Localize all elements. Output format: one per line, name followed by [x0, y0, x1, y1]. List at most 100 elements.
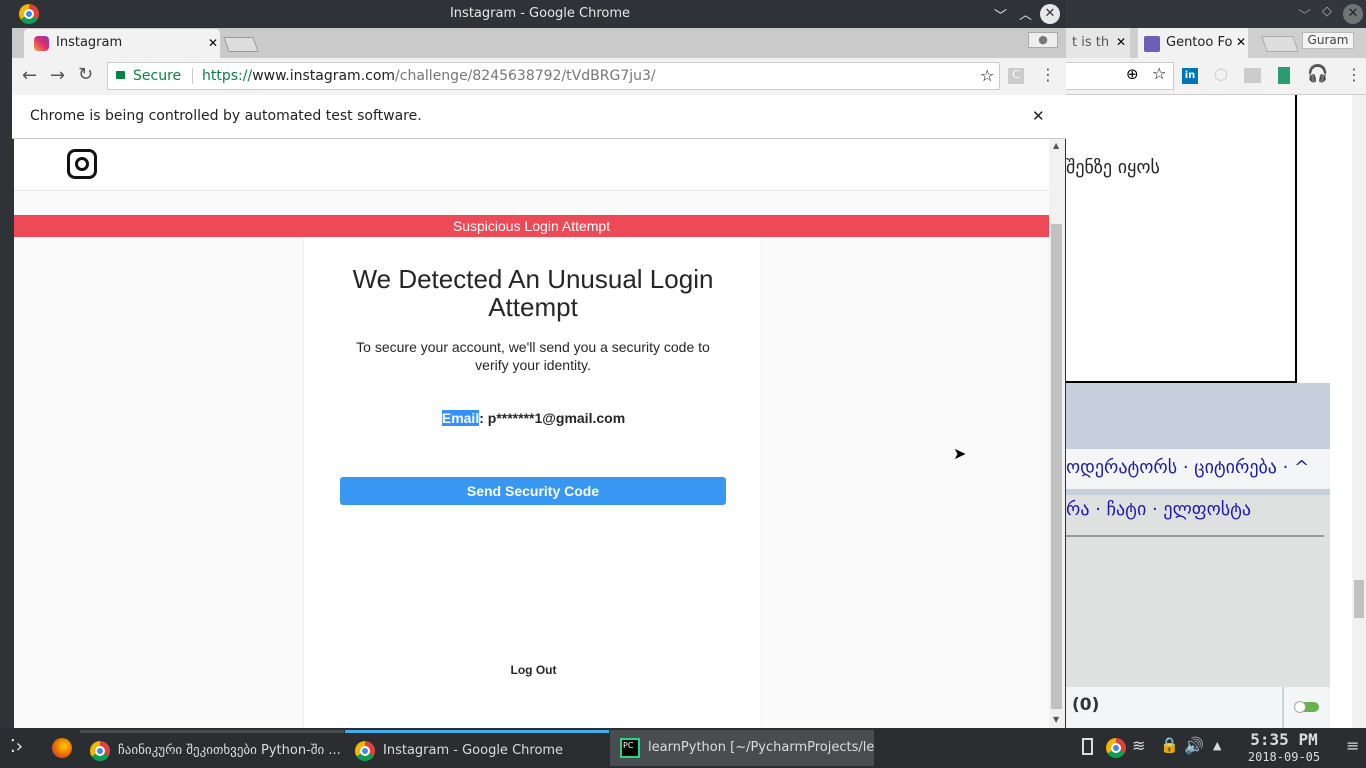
contact-value: : p*******1@gmail.com	[479, 410, 626, 426]
tray-expand-icon[interactable]: ▲	[1213, 739, 1221, 752]
tab-close-icon[interactable]: ✕	[1116, 35, 1126, 49]
task-label: Instagram - Google Chrome	[383, 743, 564, 758]
close-icon[interactable]: ✕	[1343, 4, 1363, 24]
tab-close-icon[interactable]: ✕	[208, 36, 218, 50]
bookmark-star-icon[interactable]: ☆	[980, 63, 994, 89]
taskbar: ⁚› ჩაინიკური შეკითხვები Python-ში ... In…	[0, 728, 1366, 768]
challenge-description: To secure your account, we'll send you a…	[356, 339, 710, 373]
mouse-cursor-icon: ➤	[953, 444, 967, 463]
scrollbar-thumb[interactable]	[1354, 580, 1364, 618]
page-header	[14, 139, 1049, 191]
clock-date[interactable]: 2018-09-05	[1234, 750, 1334, 764]
tab-strip: Instagram ✕ ●	[12, 28, 1066, 58]
contact-option[interactable]: Email: p*******1@gmail.com	[304, 410, 763, 426]
content-box	[1066, 95, 1297, 383]
tab-label: t is th	[1072, 35, 1110, 50]
scrollbar-thumb[interactable]	[1051, 224, 1062, 709]
task-instagram-chrome[interactable]: Instagram - Google Chrome	[345, 730, 609, 766]
secure-label: Secure	[133, 68, 182, 84]
bg-title-bar: ﹀ ◇ ✕	[1066, 0, 1366, 28]
infobar-close-icon[interactable]: ✕	[1032, 107, 1045, 125]
volume-icon[interactable]: 🔊	[1184, 736, 1204, 755]
bg-scrollbar[interactable]	[1352, 95, 1366, 728]
chat-links[interactable]: რა · ჩატი · ელფოსტა	[1066, 499, 1251, 520]
title-bar: Instagram - Google Chrome ﹀ ︿ ✕	[0, 0, 1066, 28]
page-scrollbar[interactable]: ▲ ▼	[1049, 139, 1065, 728]
toggle-box	[1284, 687, 1330, 728]
lock-icon[interactable]: 🔒	[1160, 736, 1179, 754]
instagram-logo-icon[interactable]	[67, 149, 97, 179]
clock-time[interactable]: 5:35 PM	[1238, 730, 1330, 749]
panel-menu-icon[interactable]: ≡	[1346, 736, 1359, 755]
bg-text: შენზე იყოს	[1066, 157, 1160, 178]
warning-banner: Suspicious Login Attempt	[14, 215, 1049, 237]
profile-icon[interactable]: ●	[1028, 32, 1058, 48]
tab-close-icon[interactable]: ✕	[1236, 35, 1246, 49]
headphones-icon[interactable]: 🎧	[1307, 64, 1328, 84]
task-label: ჩაინიკური შეკითხვები Python-ში ...	[118, 743, 341, 758]
extension-icon[interactable]: ⬡	[1214, 65, 1228, 84]
page-content: Suspicious Login Attempt We Detected An …	[14, 139, 1049, 728]
star-icon[interactable]: ☆	[1152, 64, 1166, 83]
window-title: Instagram - Google Chrome	[449, 6, 631, 21]
send-security-code-button[interactable]: Send Security Code	[340, 477, 726, 505]
contact-label: Email	[441, 410, 480, 426]
minimize-icon[interactable]: ﹀	[994, 5, 1007, 24]
links-bar: ოდერატორს · ციტირება · ^	[1066, 449, 1330, 489]
back-icon[interactable]: ←	[22, 65, 37, 86]
task-chrome-georgian[interactable]: ჩაინიკური შეკითხვები Python-ში ...	[80, 730, 344, 766]
log-out-link[interactable]: Log Out	[304, 663, 763, 677]
forward-icon[interactable]: →	[50, 65, 65, 86]
chrome-window: Instagram - Google Chrome ﹀ ︿ ✕ Instagra…	[0, 0, 1066, 728]
bg-toolbar: ⊕ ☆ in ⬡ 🎧 ⋮	[1066, 58, 1366, 95]
infobar-text: Chrome is being controlled by automated …	[30, 108, 422, 124]
scroll-up-icon[interactable]: ▲	[1053, 141, 1059, 150]
challenge-heading: We Detected An Unusual Login Attempt	[352, 264, 714, 322]
links-text[interactable]: ოდერატორს · ციტირება · ^	[1066, 457, 1309, 478]
bg-tab-strip: t is th Gentoo Fo ✕ ✕ Guram	[1066, 28, 1366, 58]
maximize-icon[interactable]: ◇	[1322, 4, 1332, 19]
linkedin-icon[interactable]: in	[1182, 68, 1198, 84]
url-text[interactable]: https://www.instagram.com/challenge/8245…	[202, 63, 656, 89]
chrome-tray-icon[interactable]	[1106, 738, 1126, 758]
lock-icon	[116, 71, 125, 79]
maximize-icon[interactable]: ︿	[1019, 4, 1032, 23]
exif-icon[interactable]	[1244, 68, 1261, 83]
bg-tab[interactable]: Gentoo Fo	[1138, 28, 1248, 58]
new-tab-button[interactable]	[1261, 36, 1299, 52]
challenge-card: We Detected An Unusual Login Attempt To …	[303, 237, 762, 728]
wifi-icon[interactable]: ≋	[1132, 736, 1145, 755]
reload-icon[interactable]: ↻	[78, 64, 93, 85]
toggle-knob	[1294, 701, 1306, 713]
minimize-icon[interactable]: ﹀	[1298, 5, 1311, 24]
chat-panel: რა · ჩატი · ელფოსტა	[1066, 495, 1330, 687]
gentoo-icon	[1144, 36, 1160, 52]
new-tab-button[interactable]	[223, 37, 259, 52]
pycharm-icon: PC	[620, 738, 640, 758]
tab-label: Instagram	[56, 35, 123, 50]
chrome-icon	[355, 741, 375, 761]
close-icon[interactable]: ✕	[1040, 4, 1060, 24]
app-launcher-icon[interactable]: ⁚›	[10, 736, 23, 757]
chrome-icon	[90, 741, 110, 761]
profile-button[interactable]: Guram	[1302, 32, 1354, 49]
firefox-icon[interactable]	[52, 738, 72, 758]
url-path: /challenge/8245638792/tVdBRG7ju3/	[395, 68, 656, 84]
scroll-down-icon[interactable]: ▼	[1053, 715, 1059, 724]
separator	[192, 68, 193, 84]
divider	[1066, 535, 1324, 537]
task-label: learnPython [~/PycharmProjects/le...	[648, 740, 874, 755]
menu-icon[interactable]: ⋮	[1040, 65, 1056, 84]
zoom-icon[interactable]: ⊕	[1126, 65, 1139, 83]
tab-label: Gentoo Fo	[1166, 35, 1233, 50]
background-chrome-window[interactable]: ﹀ ◇ ✕ t is th Gentoo Fo ✕ ✕ Guram ⊕ ☆ in…	[1066, 0, 1366, 728]
tab-instagram[interactable]: Instagram ✕	[24, 29, 220, 58]
count-label: (0)	[1072, 695, 1100, 715]
clipboard-icon[interactable]	[1082, 738, 1093, 755]
menu-icon[interactable]: ⋮	[1346, 65, 1362, 84]
omnibox[interactable]: Secure https://www.instagram.com/challen…	[107, 62, 1000, 90]
extension-icon[interactable]: C	[1008, 68, 1024, 84]
task-pycharm[interactable]: PC learnPython [~/PycharmProjects/le...	[610, 730, 874, 766]
automation-infobar: Chrome is being controlled by automated …	[12, 95, 1066, 139]
sheets-icon[interactable]	[1278, 67, 1290, 84]
